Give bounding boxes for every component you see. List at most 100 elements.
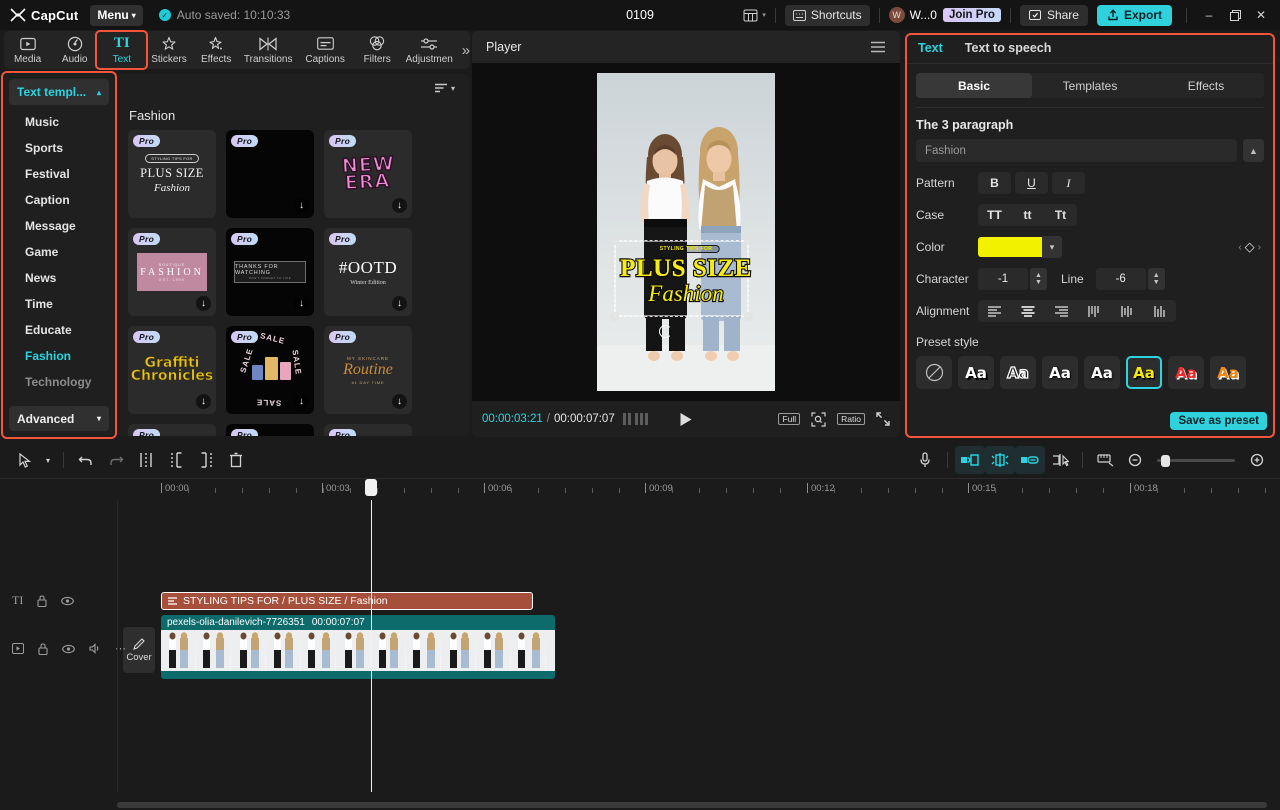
bold-button[interactable]: B bbox=[978, 172, 1011, 194]
chevron-down-icon[interactable]: ▾ bbox=[1042, 236, 1062, 258]
save-as-preset-button[interactable]: Save as preset bbox=[1170, 412, 1267, 430]
preset-white-shadow[interactable]: Aa bbox=[958, 356, 994, 389]
minimize-button[interactable]: – bbox=[1196, 0, 1222, 30]
collapse-button[interactable]: ▲ bbox=[1243, 139, 1264, 162]
resize-handle-bl[interactable] bbox=[610, 312, 619, 321]
italic-button[interactable]: I bbox=[1052, 172, 1085, 194]
menu-button[interactable]: Menu ▾ bbox=[90, 4, 143, 26]
frame-nav-icons[interactable] bbox=[622, 413, 649, 425]
tab-effects[interactable]: Effects bbox=[193, 32, 240, 68]
eye-icon[interactable] bbox=[62, 644, 75, 654]
sidebar-item-game[interactable]: Game bbox=[4, 239, 114, 265]
ratio-button[interactable]: Ratio bbox=[837, 413, 865, 425]
sidebar-item-fashion[interactable]: Fashion bbox=[4, 343, 114, 369]
download-icon[interactable]: ↓ bbox=[196, 296, 211, 311]
redo-button[interactable] bbox=[101, 446, 131, 474]
keyframe-control[interactable]: ‹ ◇ › bbox=[1238, 239, 1261, 255]
align-vertical-top-button[interactable] bbox=[1077, 300, 1110, 322]
lock-icon[interactable] bbox=[38, 642, 48, 655]
maximize-button[interactable] bbox=[1222, 0, 1248, 30]
segment-templates[interactable]: Templates bbox=[1032, 73, 1148, 98]
align-vertical-bottom-button[interactable] bbox=[1143, 300, 1176, 322]
tab-adjustment[interactable]: Adjustmen bbox=[401, 32, 458, 68]
download-icon[interactable]: ↓ bbox=[392, 198, 407, 213]
resize-handle-tl[interactable] bbox=[610, 236, 619, 245]
template-tile-new-era[interactable]: Pro NEW ERA ↓ bbox=[324, 130, 412, 218]
trim-left-button[interactable] bbox=[161, 446, 191, 474]
template-tile-graffiti-chronicles[interactable]: Pro Graffiti Chronicles ↓ bbox=[128, 326, 216, 414]
split-at-playhead-button[interactable] bbox=[1045, 446, 1075, 474]
zoom-fit-icon[interactable] bbox=[811, 411, 826, 427]
preset-red[interactable]: Aa bbox=[1168, 356, 1204, 389]
cover-button[interactable]: Cover bbox=[123, 627, 155, 673]
fullscreen-icon[interactable] bbox=[876, 412, 890, 426]
tab-text-properties[interactable]: Text bbox=[918, 41, 943, 55]
tab-text-to-speech[interactable]: Text to speech bbox=[965, 41, 1052, 55]
preset-white-outline[interactable]: Aa bbox=[1000, 356, 1036, 389]
tab-captions[interactable]: Captions bbox=[297, 32, 354, 68]
line-value[interactable]: -6 bbox=[1095, 268, 1146, 290]
video-clip[interactable]: pexels-olia-danilevich-7726351 00:00:07:… bbox=[161, 615, 555, 679]
tool-dropdown-button[interactable]: ▾ bbox=[40, 446, 56, 474]
align-center-button[interactable] bbox=[1011, 300, 1044, 322]
tab-filters[interactable]: Filters bbox=[354, 32, 401, 68]
volume-icon[interactable] bbox=[89, 643, 101, 654]
tab-text[interactable]: TI Text bbox=[95, 30, 149, 70]
lock-icon[interactable] bbox=[37, 594, 47, 607]
titlecase-button[interactable]: Tt bbox=[1044, 204, 1077, 226]
preset-yellow[interactable]: Aa bbox=[1126, 356, 1162, 389]
template-tile-thanks-for-watching[interactable]: Pro THANKS FOR WATCHING DON'T FORGET TO … bbox=[226, 228, 314, 316]
sidebar-item-message[interactable]: Message bbox=[4, 213, 114, 239]
more-tabs-button[interactable]: » bbox=[462, 42, 470, 59]
split-button[interactable] bbox=[131, 446, 161, 474]
chevron-down-icon[interactable]: ▾ bbox=[451, 84, 455, 93]
export-button[interactable]: Export bbox=[1096, 4, 1172, 26]
sidebar-item-educate[interactable]: Educate bbox=[4, 317, 114, 343]
keyframe-diamond-icon[interactable]: ◇ bbox=[1245, 239, 1255, 255]
tab-audio[interactable]: Audio bbox=[51, 32, 98, 68]
lowercase-button[interactable]: tt bbox=[1011, 204, 1044, 226]
full-button[interactable]: Full bbox=[778, 413, 801, 425]
tab-transitions[interactable]: Transitions bbox=[240, 32, 297, 68]
record-voiceover-button[interactable] bbox=[910, 446, 940, 474]
timeline-ruler[interactable]: 00:00 00:03 00:06 00:09 00:12 00:15 00:1… bbox=[0, 478, 1280, 500]
character-value[interactable]: -1 bbox=[978, 268, 1028, 290]
underline-button[interactable]: U bbox=[1015, 172, 1048, 194]
sidebar-item-caption[interactable]: Caption bbox=[4, 187, 114, 213]
preset-none[interactable] bbox=[916, 356, 952, 389]
template-tile-blank-black[interactable]: Pro ↓ bbox=[226, 130, 314, 218]
download-icon[interactable]: ↓ bbox=[196, 394, 211, 409]
template-tile-fashion-boutique[interactable]: Pro BOUTIQUE FASHION EST. 1999 ↓ bbox=[128, 228, 216, 316]
undo-button[interactable] bbox=[71, 446, 101, 474]
zoom-slider[interactable] bbox=[1157, 454, 1235, 467]
account-group[interactable]: W W...0 Join Pro bbox=[888, 7, 1001, 23]
join-pro-button[interactable]: Join Pro bbox=[942, 8, 1001, 22]
zoom-slider-knob[interactable] bbox=[1161, 454, 1170, 467]
select-tool-button[interactable] bbox=[10, 446, 40, 474]
template-tile-the-wellness-way[interactable]: Pro - The - WELLNESS WAY bbox=[324, 424, 412, 436]
text-clip[interactable]: STYLING TIPS FOR / PLUS SIZE / Fashion bbox=[161, 592, 533, 610]
playhead-handle[interactable] bbox=[365, 479, 377, 496]
eye-icon[interactable] bbox=[61, 596, 75, 606]
close-button[interactable]: ✕ bbox=[1248, 0, 1274, 30]
download-icon[interactable]: ↓ bbox=[392, 296, 407, 311]
shortcuts-button[interactable]: Shortcuts bbox=[784, 4, 870, 26]
auto-snap-button[interactable] bbox=[985, 446, 1015, 474]
character-stepper[interactable]: ▲ ▼ bbox=[1030, 268, 1047, 290]
color-picker[interactable]: ▾ bbox=[978, 236, 1062, 258]
video-preview[interactable]: STYLING TIPS FOR PLUS SIZE PLUS SIZE Fas… bbox=[597, 73, 775, 391]
resize-handle-br[interactable] bbox=[744, 312, 753, 321]
template-tile-skincare-routine[interactable]: Pro MY SKINCARE Routine #1 DAY TIME ↓ bbox=[324, 326, 412, 414]
download-icon[interactable]: ↓ bbox=[294, 198, 309, 213]
text-input[interactable]: Fashion bbox=[916, 139, 1237, 162]
advanced-button[interactable]: Advanced ▾ bbox=[9, 406, 109, 431]
color-swatch[interactable] bbox=[978, 237, 1042, 257]
sidebar-item-sports[interactable]: Sports bbox=[4, 135, 114, 161]
align-right-button[interactable] bbox=[1044, 300, 1077, 322]
tab-stickers[interactable]: Stickers bbox=[145, 32, 192, 68]
preset-white-plain[interactable]: Aa bbox=[1042, 356, 1078, 389]
template-tile-ootd[interactable]: Pro #OOTD Winter Edition ↓ bbox=[324, 228, 412, 316]
align-vertical-center-button[interactable] bbox=[1110, 300, 1143, 322]
category-header[interactable]: Text templ... ▴ bbox=[9, 79, 109, 105]
prev-keyframe-icon[interactable]: ‹ bbox=[1238, 242, 1241, 253]
